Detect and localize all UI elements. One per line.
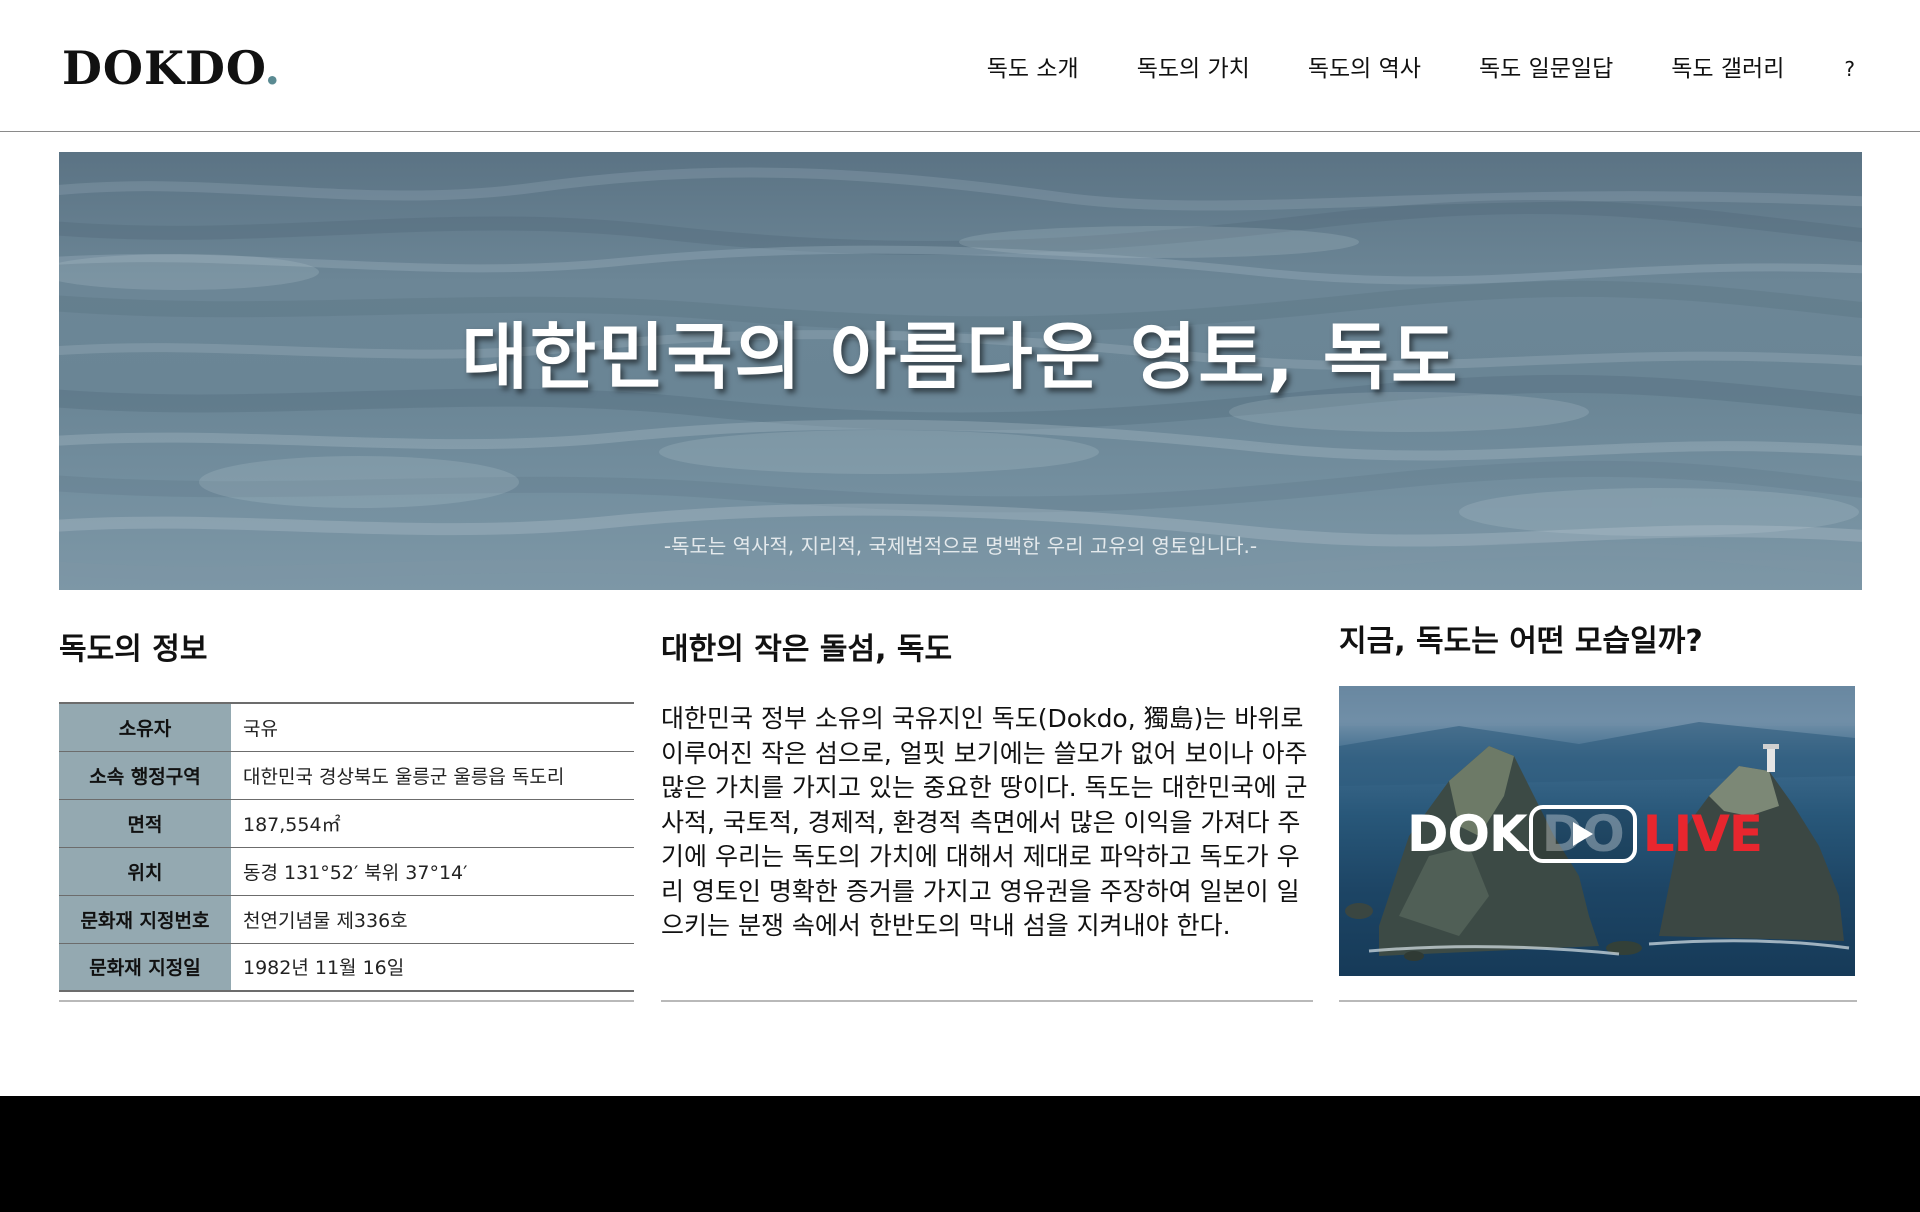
live-logo-part1: DOK (1407, 805, 1528, 863)
table-row: 문화재 지정번호 천연기념물 제336호 (59, 895, 634, 943)
nav-item-history[interactable]: 독도의 역사 (1308, 52, 1421, 86)
play-button[interactable]: DO (1528, 805, 1637, 863)
play-icon (1572, 822, 1593, 846)
row-label: 문화재 지정일 (59, 943, 231, 991)
nav-item-qna[interactable]: 독도 일문일답 (1479, 52, 1613, 86)
nav-item-help[interactable]: ? (1844, 52, 1855, 86)
table-row: 소유자 국유 (59, 703, 634, 751)
table-row: 면적 187,554㎡ (59, 799, 634, 847)
live-video-thumbnail[interactable]: DOK DO LIVE (1339, 686, 1855, 976)
about-section: 대한의 작은 돌섬, 독도 대한민국 정부 소유의 국유지인 독도(Dokdo,… (661, 630, 1313, 1002)
site-header: DOKDO. 독도 소개 독도의 가치 독도의 역사 독도 일문일답 독도 갤러… (0, 0, 1920, 132)
row-label: 소속 행정구역 (59, 751, 231, 799)
row-label: 문화재 지정번호 (59, 895, 231, 943)
row-value: 국유 (231, 703, 634, 751)
info-table: 소유자 국유 소속 행정구역 대한민국 경상북도 울릉군 울릉읍 독도리 면적 … (59, 702, 634, 992)
row-value: 동경 131°52′ 북위 37°14′ (231, 847, 634, 895)
live-section: 지금, 독도는 어떤 모습일까? DOK DO LIVE (1339, 622, 1857, 1002)
nav-item-intro[interactable]: 독도 소개 (987, 52, 1079, 86)
section-divider (661, 1000, 1313, 1002)
section-divider (59, 1000, 634, 1002)
nav-item-value[interactable]: 독도의 가치 (1137, 52, 1250, 86)
table-row: 문화재 지정일 1982년 11월 16일 (59, 943, 634, 991)
about-title: 대한의 작은 돌섬, 독도 (661, 632, 953, 667)
site-footer (0, 1096, 1920, 1212)
row-label: 소유자 (59, 703, 231, 751)
row-value: 대한민국 경상북도 울릉군 울릉읍 독도리 (231, 751, 634, 799)
info-section: 독도의 정보 소유자 국유 소속 행정구역 대한민국 경상북도 울릉군 울릉읍 … (59, 630, 634, 1002)
hero-banner: 대한민국의 아름다운 영토, 독도 -독도는 역사적, 지리적, 국제법적으로 … (59, 152, 1862, 590)
info-title: 독도의 정보 (59, 632, 208, 667)
row-value: 1982년 11월 16일 (231, 943, 634, 991)
row-value: 천연기념물 제336호 (231, 895, 634, 943)
live-logo-part2: LIVE (1642, 805, 1763, 863)
section-divider (1339, 1000, 1857, 1002)
live-title: 지금, 독도는 어떤 모습일까? (1339, 624, 1703, 659)
row-label: 위치 (59, 847, 231, 895)
table-row: 소속 행정구역 대한민국 경상북도 울릉군 울릉읍 독도리 (59, 751, 634, 799)
row-value: 187,554㎡ (231, 799, 634, 847)
main-nav: 독도 소개 독도의 가치 독도의 역사 독도 일문일답 독도 갤러리 ? (929, 52, 1855, 86)
site-logo[interactable]: DOKDO. (62, 40, 281, 96)
table-row: 위치 동경 131°52′ 북위 37°14′ (59, 847, 634, 895)
nav-item-gallery[interactable]: 독도 갤러리 (1671, 52, 1784, 86)
row-label: 면적 (59, 799, 231, 847)
dokdo-live-logo: DOK DO LIVE (1407, 805, 1787, 863)
hero-subtitle: -독도는 역사적, 지리적, 국제법적으로 명백한 우리 고유의 영토입니다.- (663, 534, 1258, 558)
logo-dot: . (264, 41, 282, 95)
about-body: 대한민국 정부 소유의 국유지인 독도(Dokdo, 獨島)는 바위로 이루어진… (661, 704, 1308, 940)
logo-text: DOKDO (62, 41, 265, 95)
hero-title: 대한민국의 아름다운 영토, 독도 (461, 315, 1460, 399)
